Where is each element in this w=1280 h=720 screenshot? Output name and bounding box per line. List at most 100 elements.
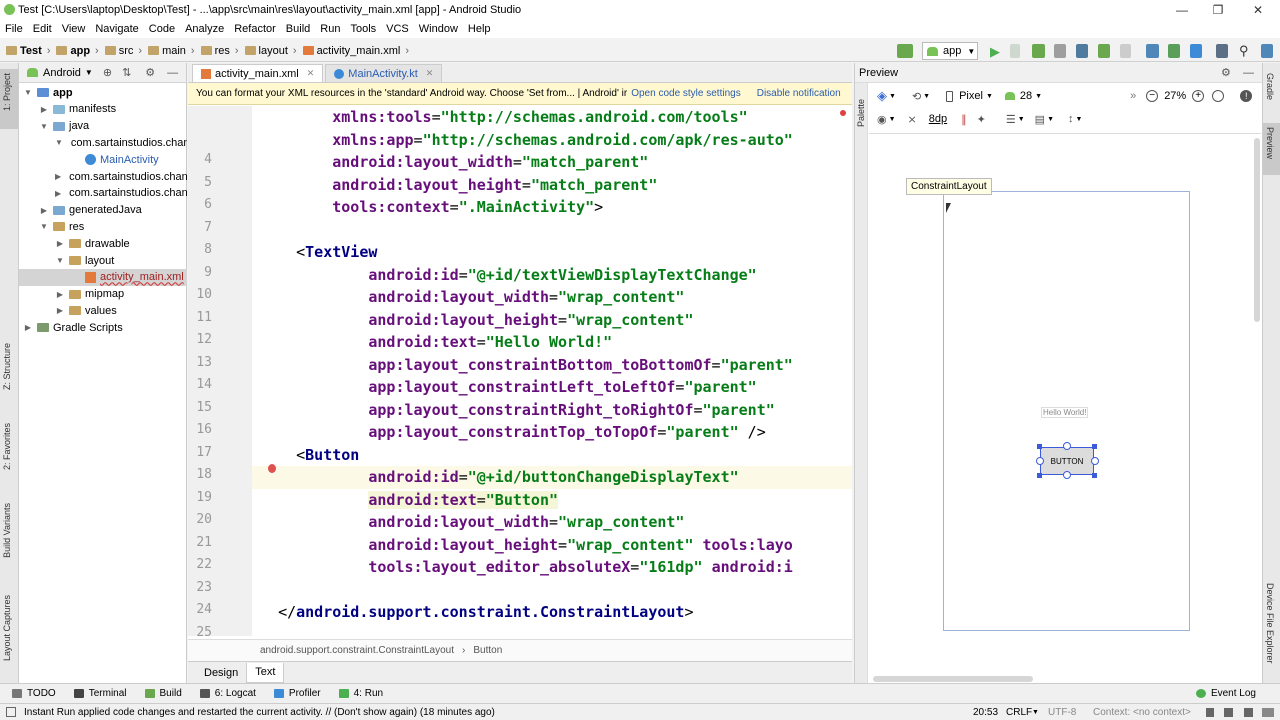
anchor-handle[interactable] bbox=[1063, 471, 1071, 479]
code-line[interactable]: android:id="@+id/buttonChangeDisplayText… bbox=[260, 468, 738, 486]
avd-manager-icon[interactable] bbox=[1168, 44, 1180, 58]
code-line[interactable]: <TextView bbox=[260, 243, 377, 261]
profile-icon[interactable] bbox=[1076, 44, 1088, 58]
run-icon[interactable]: ▶ bbox=[990, 44, 1000, 60]
tree-item-manifests[interactable]: ▶ manifests bbox=[19, 101, 187, 118]
layers-icon[interactable]: ◈ bbox=[877, 88, 887, 104]
maximize-button[interactable]: ❐ bbox=[1200, 0, 1236, 20]
structure-tool-label[interactable]: Z: Structure bbox=[2, 343, 12, 390]
debug-icon[interactable] bbox=[1032, 44, 1045, 58]
memory-indicator[interactable] bbox=[1262, 707, 1274, 717]
hide-panel-icon[interactable]: — bbox=[1243, 67, 1254, 79]
tab-activity-main-xml[interactable]: activity_main.xml ✕ bbox=[192, 64, 324, 82]
menu-file[interactable]: File bbox=[0, 23, 28, 35]
menu-window[interactable]: Window bbox=[414, 23, 463, 35]
layout-captures-tool-label[interactable]: Layout Captures bbox=[2, 595, 12, 661]
menu-run[interactable]: Run bbox=[315, 23, 345, 35]
chevron-right-icon[interactable]: ▶ bbox=[39, 105, 49, 114]
menu-analyze[interactable]: Analyze bbox=[180, 23, 229, 35]
device-selector[interactable]: Pixel bbox=[959, 90, 983, 102]
code-line[interactable]: android:id="@+id/textViewDisplayTextChan… bbox=[260, 266, 756, 284]
resize-handle[interactable] bbox=[1037, 473, 1042, 478]
code-line[interactable]: app:layout_constraintBottom_toBottomOf="… bbox=[260, 356, 792, 374]
tree-item-layout[interactable]: ▼ layout bbox=[19, 252, 187, 269]
resize-handle[interactable] bbox=[1092, 473, 1097, 478]
guidelines-icon[interactable]: ↕ bbox=[1068, 113, 1074, 125]
menu-navigate[interactable]: Navigate bbox=[90, 23, 143, 35]
sdk-manager-icon[interactable] bbox=[1190, 44, 1202, 58]
chevron-right-icon[interactable]: ▶ bbox=[39, 206, 49, 215]
tree-item-generatedjava[interactable]: ▶ generatedJava bbox=[19, 202, 187, 219]
anchor-handle[interactable] bbox=[1091, 457, 1099, 465]
code-line[interactable]: app:layout_constraintLeft_toLeftOf="pare… bbox=[260, 378, 756, 396]
code-line[interactable]: app:layout_constraintTop_toTopOf="parent… bbox=[260, 423, 765, 441]
menu-build[interactable]: Build bbox=[281, 23, 315, 35]
attach-debugger-icon[interactable] bbox=[1054, 44, 1066, 58]
tab-design[interactable]: Design bbox=[196, 663, 246, 683]
minimize-button[interactable]: — bbox=[1164, 0, 1200, 20]
code-line[interactable]: tools:layout_editor_absoluteX="161dp" an… bbox=[260, 558, 792, 576]
pack-icon[interactable]: ☰ bbox=[1006, 113, 1016, 126]
target-icon[interactable]: ⊕ bbox=[103, 66, 112, 79]
anchor-handle[interactable] bbox=[1036, 457, 1044, 465]
chevron-down-icon[interactable]: ▼ bbox=[39, 122, 49, 131]
tree-item-res[interactable]: ▼ res bbox=[19, 218, 187, 235]
zoom-in-icon[interactable]: + bbox=[1192, 90, 1205, 102]
hide-panel-icon[interactable]: — bbox=[167, 67, 178, 79]
tree-item-gradle-scripts[interactable]: ▶ Gradle Scripts bbox=[19, 319, 187, 336]
tree-item-mipmap[interactable]: ▶ mipmap bbox=[19, 286, 187, 303]
code-line[interactable]: </android.support.constraint.ConstraintL… bbox=[260, 603, 693, 621]
resize-handle[interactable] bbox=[1037, 444, 1042, 449]
zoom-out-icon[interactable]: − bbox=[1146, 90, 1159, 102]
horizontal-scrollbar[interactable] bbox=[873, 676, 1033, 682]
tab-text[interactable]: Text bbox=[246, 662, 285, 683]
gradle-sync-icon[interactable] bbox=[1146, 44, 1159, 58]
chevron-right-icon[interactable]: ▶ bbox=[23, 323, 33, 332]
tree-item-app[interactable]: ▼ app bbox=[19, 84, 187, 101]
code-line[interactable]: android:text="Button" bbox=[260, 490, 559, 509]
tree-item-java[interactable]: ▼ java bbox=[19, 118, 187, 135]
apply-changes-icon[interactable] bbox=[1010, 44, 1020, 58]
logcat-tool-button[interactable]: 6: Logcat bbox=[199, 688, 256, 699]
api-level-selector[interactable]: 28 bbox=[1020, 90, 1032, 102]
code-line[interactable]: android:layout_height="match_parent" bbox=[260, 176, 657, 194]
lock-icon[interactable] bbox=[1206, 707, 1214, 717]
search-icon[interactable]: ⚲ bbox=[1239, 43, 1249, 59]
expand-toolbar-icon[interactable]: » bbox=[1130, 90, 1136, 102]
breadcrumb-button[interactable]: Button bbox=[473, 645, 502, 656]
menu-tools[interactable]: Tools bbox=[345, 23, 381, 35]
chevron-down-icon[interactable]: ▼ bbox=[55, 138, 63, 147]
tree-item-activity-main-xml[interactable]: activity_main.xml bbox=[19, 268, 187, 286]
breadcrumb-src[interactable]: src › bbox=[104, 45, 142, 57]
breadcrumb-main[interactable]: main › bbox=[148, 45, 195, 57]
breadcrumb-app[interactable]: app › bbox=[56, 45, 99, 57]
device-file-explorer-tool-label[interactable]: Device File Explorer bbox=[1265, 583, 1275, 664]
chevron-down-icon[interactable]: ▼ bbox=[55, 256, 65, 265]
build-tool-button[interactable]: Build bbox=[144, 688, 182, 699]
error-marker[interactable] bbox=[840, 110, 846, 116]
code-line[interactable]: android:layout_width="wrap_content" bbox=[260, 288, 684, 306]
code-line[interactable]: android:layout_height="wrap_content" bbox=[260, 311, 693, 329]
code-line[interactable]: android:layout_width="match_parent" bbox=[260, 153, 648, 171]
run-config-dropdown[interactable]: app ▼ bbox=[922, 42, 978, 60]
gradle-tool-label[interactable]: Gradle bbox=[1265, 73, 1275, 100]
tree-item-values[interactable]: ▶ values bbox=[19, 302, 187, 319]
coverage-icon[interactable] bbox=[1098, 44, 1110, 58]
breadcrumb-res[interactable]: res › bbox=[200, 45, 239, 57]
stop-icon[interactable] bbox=[1120, 44, 1131, 58]
chevron-right-icon[interactable]: ▶ bbox=[55, 172, 61, 181]
tree-item-com-sartainstudios-chan[interactable]: ▶ com.sartainstudios.chan bbox=[19, 168, 187, 185]
code-line[interactable]: android:layout_width="wrap_content" bbox=[260, 513, 684, 531]
chevron-right-icon[interactable]: ▶ bbox=[55, 306, 65, 315]
project-structure-icon[interactable] bbox=[1216, 44, 1228, 58]
code-line[interactable]: app:layout_constraintRight_toRightOf="pa… bbox=[260, 401, 774, 419]
file-encoding[interactable]: UTF-8 bbox=[1048, 707, 1076, 718]
dock-icon[interactable] bbox=[1261, 44, 1273, 58]
todo-tool-button[interactable]: TODO bbox=[12, 688, 56, 699]
chevron-down-icon[interactable]: ▼ bbox=[85, 68, 93, 77]
warning-icon[interactable]: ! bbox=[1240, 90, 1253, 102]
autoconnect-icon[interactable]: ⨯ bbox=[908, 113, 917, 126]
code-line[interactable]: xmlns:tools="http://schemas.android.com/… bbox=[260, 108, 747, 126]
code-line[interactable]: android:text="Hello World!" bbox=[260, 333, 612, 351]
chevron-down-icon[interactable]: ▼ bbox=[23, 88, 33, 97]
